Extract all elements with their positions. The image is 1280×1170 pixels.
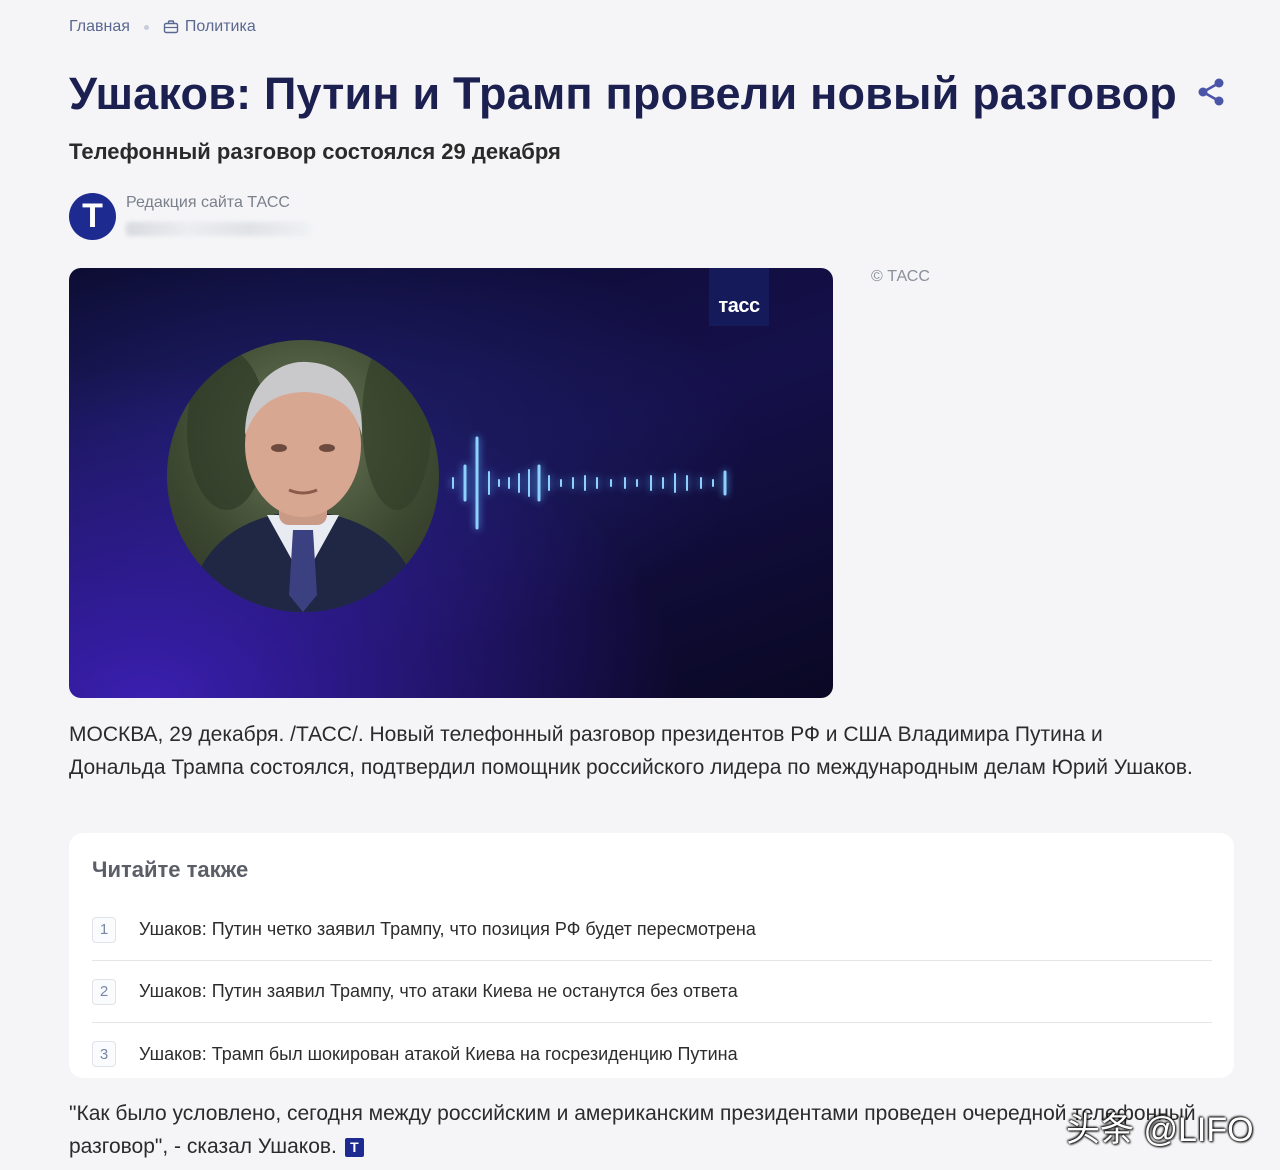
breadcrumb-section[interactable]: Политика: [163, 18, 256, 36]
share-icon: [1198, 78, 1224, 106]
read-also-link[interactable]: Ушаков: Путин четко заявил Трампу, что п…: [139, 919, 756, 940]
author-avatar[interactable]: T: [69, 193, 116, 240]
portrait-photo: [167, 340, 439, 612]
author-name[interactable]: Редакция сайта ТАСС: [126, 194, 311, 212]
read-also-number: 1: [92, 916, 116, 943]
watermark: 头条 @LIFO: [1066, 1111, 1254, 1149]
breadcrumb-separator: [143, 24, 149, 30]
read-also-item[interactable]: 3 Ушаков: Трамп был шокирован атакой Кие…: [92, 1023, 1212, 1085]
publish-date-blurred: [126, 222, 311, 236]
article-quote-paragraph: "Как было условлено, сегодня между росси…: [69, 1097, 1229, 1163]
read-also-link[interactable]: Ушаков: Трамп был шокирован атакой Киева…: [139, 1044, 738, 1065]
photo-credit: © ТАСС: [871, 268, 930, 285]
article-lead-paragraph: МОСКВА, 29 декабря. /ТАСС/. Новый телефо…: [69, 723, 1193, 779]
read-also-item[interactable]: 1 Ушаков: Путин четко заявил Трампу, что…: [92, 899, 1212, 961]
breadcrumb-section-label: Политика: [184, 18, 256, 35]
read-also-block: Читайте также 1 Ушаков: Путин четко заяв…: [69, 833, 1234, 1078]
read-also-number: 2: [92, 978, 116, 1005]
end-of-article-mark: T: [344, 1137, 364, 1157]
audio-waveform-graphic: [452, 436, 727, 530]
share-button[interactable]: [1193, 74, 1229, 110]
briefcase-icon: [163, 20, 179, 34]
read-also-item[interactable]: 2 Ушаков: Путин заявил Трампу, что атаки…: [92, 961, 1212, 1023]
breadcrumb-home[interactable]: Главная: [69, 18, 130, 36]
read-also-link[interactable]: Ушаков: Путин заявил Трампу, что атаки К…: [139, 981, 738, 1002]
article-cover-image: тасс: [69, 268, 833, 698]
quote-text: "Как было условлено, сегодня между росси…: [69, 1102, 1196, 1158]
article-subtitle: Телефонный разговор состоялся 29 декабря: [69, 139, 561, 164]
read-also-number: 3: [92, 1041, 116, 1067]
breadcrumb: Главная Политика: [69, 18, 256, 36]
article-title: Ушаков: Путин и Трамп провели новый разг…: [69, 68, 1177, 119]
tass-logo: тасс: [709, 268, 769, 326]
read-also-title: Читайте также: [92, 857, 249, 882]
author-block: T Редакция сайта ТАСС: [69, 193, 311, 240]
